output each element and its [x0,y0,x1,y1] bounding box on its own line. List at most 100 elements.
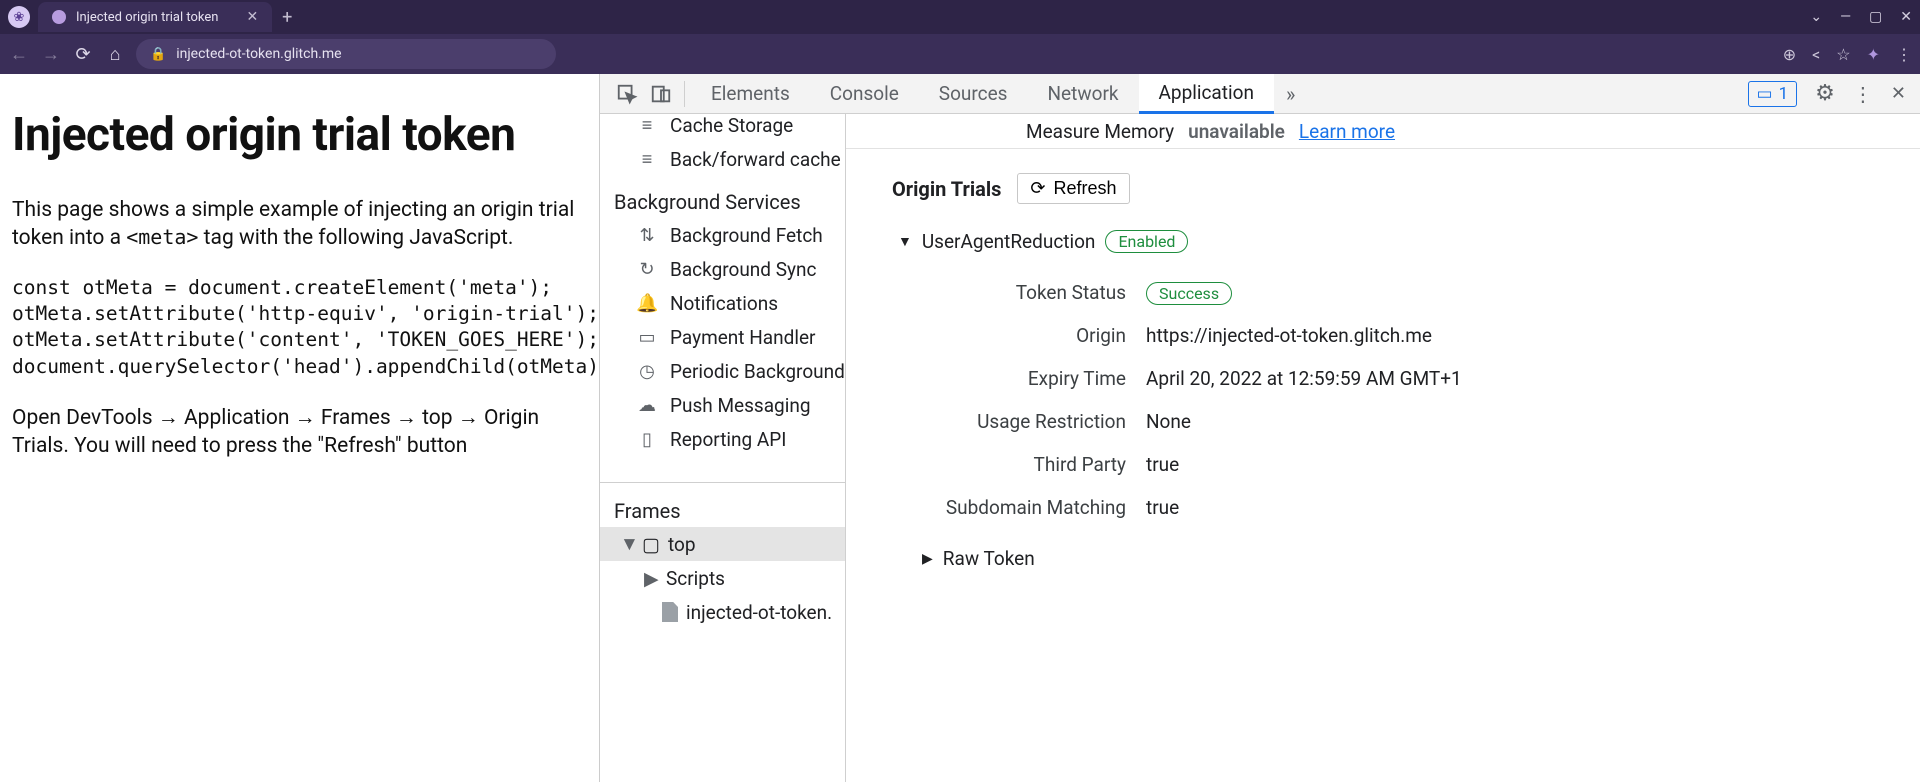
disclosure-right-icon[interactable]: ▶ [922,551,933,567]
kv-value: true [1146,453,1920,476]
measure-memory-label: Measure Memory [1026,120,1174,143]
clock-icon: ◷ [636,361,658,382]
bell-icon: 🔔 [636,293,658,314]
code-snippet: const otMeta = document.createElement('m… [12,275,587,380]
browser-chrome: ❀ Injected origin trial token ✕ + ⌄ — ▢ … [0,0,1920,74]
address-bar[interactable]: 🔒 injected-ot-token.glitch.me [136,39,556,69]
sidebar-item-payment[interactable]: ▭Payment Handler [600,320,845,354]
sidebar-label: Reporting API [670,428,786,451]
share-icon[interactable]: < [1812,45,1820,64]
home-button[interactable]: ⌂ [104,44,126,65]
issues-badge[interactable]: ▭ 1 [1748,81,1798,107]
sidebar-item-bg-fetch[interactable]: ⇅Background Fetch [600,218,845,252]
kv-value: April 20, 2022 at 12:59:59 AM GMT+1 [1146,367,1920,390]
sidebar-label: Notifications [670,292,778,315]
intro-text-after: tag with the following JavaScript. [198,226,513,250]
raw-token-row[interactable]: ▶ Raw Token [846,529,1920,570]
kv-value: https://injected-ot-token.glitch.me [1146,324,1920,347]
trial-name: UserAgentReduction [922,230,1096,253]
chevron-down-icon[interactable]: ⌄ [1810,9,1822,25]
sync-icon: ↻ [636,259,658,280]
tab-overflow-icon[interactable]: » [1274,82,1307,106]
new-tab-button[interactable]: + [282,7,292,28]
disclosure-down-icon[interactable]: ▼ [898,233,912,250]
titlebar: ❀ Injected origin trial token ✕ + ⌄ — ▢ … [0,0,1920,34]
tab-network[interactable]: Network [1027,74,1138,114]
devtools-menu-icon[interactable]: ⋮ [1853,82,1873,106]
kv-value: None [1146,410,1920,433]
origin-trials-section-head: Origin Trials ⟳ Refresh [846,148,1920,222]
sidebar-item-periodic[interactable]: ◷ Periodic Background [600,354,845,388]
frame-scripts[interactable]: ▶ Scripts [600,561,845,595]
tab-close-icon[interactable]: ✕ [246,9,258,25]
file-icon: ▯ [636,429,658,450]
menu-icon[interactable]: ⋮ [1896,45,1912,64]
database-icon: ≡ [636,115,658,136]
frames-tree: ▼ ▢ top ▶ Scripts injected-ot-token. [600,527,845,629]
sidebar-item-push[interactable]: ☁ Push Messaging [600,388,845,422]
maximize-icon[interactable]: ▢ [1869,9,1882,25]
row-origin: Origin https://injected-ot-token.glitch.… [846,314,1920,357]
tab-console[interactable]: Console [810,74,919,114]
trial-enabled-badge: Enabled [1105,230,1188,253]
close-window-icon[interactable]: ✕ [1900,9,1912,25]
sidebar-label: Push Messaging [670,394,811,417]
sidebar-label: Periodic Background [670,360,845,383]
frame-file[interactable]: injected-ot-token. [600,595,845,629]
frame-label: injected-ot-token. [686,601,832,624]
trial-row[interactable]: ▼ UserAgentReduction Enabled [846,222,1920,271]
settings-icon[interactable]: ⚙ [1815,81,1835,106]
database-icon: ≡ [636,149,658,170]
sidebar-item-bfcache[interactable]: ≡ Back/forward cache [600,142,845,176]
devtools-tabbar: Elements Console Sources Network Applica… [600,74,1920,114]
issues-count: 1 [1779,84,1789,104]
kv-key: Usage Restriction [846,410,1146,433]
cloud-icon: ☁ [636,395,658,416]
page-heading: Injected origin trial token [12,104,587,166]
minimize-icon[interactable]: — [1840,9,1851,25]
disclosure-right-icon[interactable]: ▶ [644,567,658,590]
sidebar-label: Background Fetch [670,224,823,247]
workspace: Injected origin trial token This page sh… [0,74,1920,782]
issues-icon: ▭ [1757,84,1773,104]
kv-key: Expiry Time [846,367,1146,390]
reload-button[interactable]: ⟳ [72,44,94,65]
bookmark-icon[interactable]: ☆ [1836,45,1850,64]
learn-more-link[interactable]: Learn more [1299,120,1395,143]
frame-label: Scripts [666,567,725,590]
device-toolbar-icon[interactable] [644,74,678,114]
kv-value: Success [1146,281,1920,304]
inspect-element-icon[interactable] [610,74,644,114]
row-token-status: Token Status Success [846,271,1920,314]
sidebar-item-cache-storage[interactable]: ≡ Cache Storage [600,114,845,142]
refresh-button[interactable]: ⟳ Refresh [1017,173,1129,204]
sidebar-item-notifications[interactable]: 🔔 Notifications [600,286,845,320]
file-icon [662,602,678,622]
window-icon: ▢ [642,533,660,556]
tab-elements[interactable]: Elements [691,74,810,114]
lock-icon: 🔒 [150,47,166,62]
kv-key: Third Party [846,453,1146,476]
intro-meta-code: <meta> [126,225,198,249]
back-button[interactable]: ← [8,44,30,65]
tab-application[interactable]: Application [1139,74,1274,114]
sidebar-item-bg-sync[interactable]: ↻Background Sync [600,252,845,286]
tab-title: Injected origin trial token [76,10,218,25]
url-text: injected-ot-token.glitch.me [176,46,341,62]
frame-top[interactable]: ▼ ▢ top [600,527,845,561]
sidebar-item-reporting[interactable]: ▯ Reporting API [600,422,845,456]
extensions-icon[interactable]: ✦ [1867,45,1880,64]
disclosure-down-icon[interactable]: ▼ [620,532,634,556]
window-controls: ⌄ — ▢ ✕ [1810,9,1912,25]
origin-trials-title: Origin Trials [892,177,1001,201]
devtools-close-icon[interactable]: ✕ [1891,83,1906,104]
tab-sources[interactable]: Sources [919,74,1028,114]
browser-tab[interactable]: Injected origin trial token ✕ [38,2,272,32]
profile-avatar[interactable]: ❀ [8,6,30,28]
forward-button[interactable]: → [40,44,62,65]
page-content: Injected origin trial token This page sh… [0,74,600,782]
toolbar: ← → ⟳ ⌂ 🔒 injected-ot-token.glitch.me ⊕ … [0,34,1920,74]
zoom-icon[interactable]: ⊕ [1783,45,1796,64]
separator [684,81,685,107]
page-intro: This page shows a simple example of inje… [12,196,587,253]
